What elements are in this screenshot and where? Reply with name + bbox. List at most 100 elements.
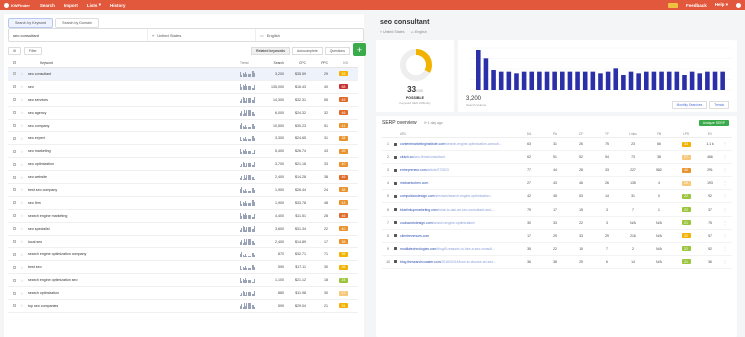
more-icon[interactable]: ⋮ bbox=[720, 181, 730, 185]
serp-url[interactable]: modliatechnologies.com/blog/8-reasons-to… bbox=[400, 247, 516, 251]
checkbox-icon[interactable] bbox=[12, 111, 16, 115]
keyword-row[interactable]: ☆ seo expert 3,300 $24.65 31 38 bbox=[8, 132, 358, 146]
language-select[interactable]: ▭ English bbox=[254, 29, 363, 41]
col-fb[interactable]: FB bbox=[646, 132, 672, 136]
nav-lists[interactable]: Lists ▾ bbox=[87, 2, 101, 8]
checkbox-icon[interactable] bbox=[12, 278, 16, 282]
analyze-serp-button[interactable]: Analyze SERP bbox=[698, 120, 729, 126]
serp-row[interactable]: 8 clientrevenues.com 17 29 33 29 216 N/A 32 57 ⋮ bbox=[382, 230, 732, 243]
checkbox-icon[interactable] bbox=[12, 175, 16, 179]
serp-row[interactable]: 10 blog.thesearchcoaster.com/2016/02/14/h… bbox=[382, 256, 732, 269]
serp-row[interactable]: 5 compulsiondesign.com/services/search-en… bbox=[382, 190, 732, 204]
col-ev[interactable]: EV bbox=[700, 132, 720, 136]
checkbox-icon[interactable] bbox=[12, 304, 16, 308]
serp-url[interactable]: compulsiondesign.com/services/search-eng… bbox=[400, 194, 516, 198]
serp-url[interactable]: clutch.co/seo-firms/consultant bbox=[400, 155, 516, 159]
checkbox-icon[interactable] bbox=[12, 252, 16, 256]
tab-search-by-keyword[interactable]: Search by Keyword bbox=[8, 18, 54, 28]
serp-row[interactable]: 1 contentmarketinginstitute.com/search-en… bbox=[382, 138, 732, 152]
tab-questions[interactable]: Questions bbox=[324, 47, 350, 55]
credits-icon[interactable] bbox=[667, 2, 678, 8]
checkbox-icon[interactable] bbox=[12, 201, 16, 205]
keyword-row[interactable]: ☆ search optimization 880 $11.98 30 27 bbox=[8, 287, 358, 301]
more-icon[interactable]: ⋮ bbox=[720, 234, 730, 238]
keyword-row[interactable]: ☆ seo 135,000 $16.43 40 58 bbox=[8, 81, 358, 94]
star-icon[interactable]: ☆ bbox=[20, 291, 28, 296]
keyword-row[interactable]: ☆ seo optimization 3,700 $21.16 33 40 bbox=[8, 158, 358, 172]
more-icon[interactable]: ⋮ bbox=[720, 260, 730, 264]
col-kd[interactable]: KD bbox=[328, 61, 348, 65]
keyword-row[interactable]: ☆ seo specialist 3,600 $31.34 22 40 bbox=[8, 223, 358, 236]
checkbox-icon[interactable] bbox=[12, 85, 16, 89]
serp-url[interactable]: bluelinkupmarketing.com/what-to-ask-an-s… bbox=[400, 208, 516, 212]
filter-button[interactable]: Filter bbox=[24, 47, 42, 55]
select-all-checkbox[interactable] bbox=[12, 61, 16, 64]
star-icon[interactable]: ☆ bbox=[20, 187, 28, 192]
star-icon[interactable]: ☆ bbox=[20, 252, 28, 257]
serp-row[interactable]: 3 entrepreneur.com/article/272523 77 44 28 33… bbox=[382, 164, 732, 178]
nav-import[interactable]: Import bbox=[64, 2, 78, 8]
more-icon[interactable]: ⋮ bbox=[720, 221, 730, 225]
star-icon[interactable]: ☆ bbox=[20, 97, 28, 102]
col-pa[interactable]: PA bbox=[542, 132, 568, 136]
keyword-row[interactable]: ☆ seo firm 1,900 $33.78 48 43 bbox=[8, 197, 358, 210]
location-select[interactable]: ⌖ United States bbox=[146, 29, 255, 41]
checkbox-icon[interactable] bbox=[12, 291, 16, 295]
keyword-row[interactable]: ☆ local seo 2,400 $14.89 17 38 bbox=[8, 236, 358, 249]
serp-url[interactable]: coolsworkdesign.com/search-engine-optimi… bbox=[400, 221, 516, 225]
serp-row[interactable]: 6 bluelinkupmarketing.com/what-to-ask-an-… bbox=[382, 203, 732, 217]
trends-button[interactable]: Trends bbox=[709, 101, 729, 109]
keyword-row[interactable]: ☆ best seo 590 $17.11 30 36 bbox=[8, 261, 358, 275]
settings-button[interactable]: ⚙ bbox=[8, 47, 22, 55]
keyword-row[interactable]: ☆ top seo companies 590 $29.04 21 31 bbox=[8, 300, 358, 313]
more-icon[interactable]: ⋮ bbox=[720, 208, 730, 212]
star-icon[interactable]: ☆ bbox=[20, 200, 28, 205]
keyword-row[interactable]: ☆ seo consultant 3,200 $35.59 29 33 bbox=[8, 68, 358, 81]
serp-url[interactable]: contentmarketinginstitute.com/search-eng… bbox=[400, 142, 516, 146]
checkbox-icon[interactable] bbox=[12, 265, 16, 269]
checkbox-icon[interactable] bbox=[12, 240, 16, 244]
keyword-row[interactable]: ☆ seo website 2,400 $14.28 38 46 bbox=[8, 171, 358, 185]
star-icon[interactable]: ☆ bbox=[20, 84, 28, 89]
monthly-searches-button[interactable]: Monthly Searches bbox=[671, 101, 708, 109]
nav-history[interactable]: History bbox=[110, 2, 126, 8]
tab-autocomplete[interactable]: Autocomplete bbox=[291, 47, 323, 55]
col-url[interactable]: URL bbox=[400, 132, 516, 136]
star-icon[interactable]: ☆ bbox=[20, 278, 28, 283]
col-cpc[interactable]: CPC bbox=[284, 61, 306, 65]
star-icon[interactable]: ☆ bbox=[20, 110, 28, 115]
checkbox-icon[interactable] bbox=[12, 149, 16, 153]
serp-url[interactable]: entrepreneur.com/article/272523 bbox=[400, 168, 516, 172]
app-logo[interactable]: KWFinder bbox=[4, 2, 30, 8]
serp-row[interactable]: 9 modliatechnologies.com/blog/8-reasons-t… bbox=[382, 243, 732, 256]
col-tf[interactable]: TF bbox=[594, 132, 620, 136]
keyword-row[interactable]: ☆ seo agency 6,000 $24.32 32 46 bbox=[8, 107, 358, 120]
col-search[interactable]: Search bbox=[262, 61, 284, 65]
checkbox-icon[interactable] bbox=[12, 136, 16, 140]
col-da[interactable]: DA bbox=[516, 132, 542, 136]
help-menu[interactable]: Help ▾ bbox=[715, 2, 728, 8]
keyword-input[interactable]: seo consultant bbox=[9, 33, 147, 38]
more-icon[interactable]: ⋮ bbox=[720, 247, 730, 251]
star-icon[interactable]: ☆ bbox=[20, 71, 28, 76]
star-icon[interactable]: ☆ bbox=[20, 136, 28, 141]
more-icon[interactable]: ⋮ bbox=[720, 155, 730, 159]
checkbox-icon[interactable] bbox=[12, 98, 16, 102]
keyword-row[interactable]: ☆ best seo company 1,900 $26.44 24 38 bbox=[8, 184, 358, 197]
checkbox-icon[interactable] bbox=[12, 72, 16, 76]
star-icon[interactable]: ☆ bbox=[20, 162, 28, 167]
checkbox-icon[interactable] bbox=[12, 124, 16, 127]
tab-search-by-domain[interactable]: Search by Domain bbox=[55, 18, 99, 28]
serp-row[interactable]: 4 michaelcohen.com 27 43 46 26 135 4 29 193 ⋮ bbox=[382, 177, 732, 191]
serp-row[interactable]: 7 coolsworkdesign.com/search-engine-optim… bbox=[382, 217, 732, 230]
star-icon[interactable]: ☆ bbox=[20, 239, 28, 244]
checkbox-icon[interactable] bbox=[12, 162, 16, 166]
checkbox-icon[interactable] bbox=[12, 214, 16, 218]
checkbox-icon[interactable] bbox=[12, 188, 16, 192]
star-icon[interactable]: ☆ bbox=[20, 123, 28, 128]
keyword-row[interactable]: ☆ seo company 10,500 $30.23 51 41 bbox=[8, 120, 358, 133]
serp-url[interactable]: clientrevenues.com bbox=[400, 234, 516, 238]
star-icon[interactable]: ☆ bbox=[20, 213, 28, 218]
keyword-row[interactable]: ☆ search engine optimization seo 1,100 $21.… bbox=[8, 274, 358, 288]
col-links[interactable]: Links bbox=[620, 132, 646, 136]
